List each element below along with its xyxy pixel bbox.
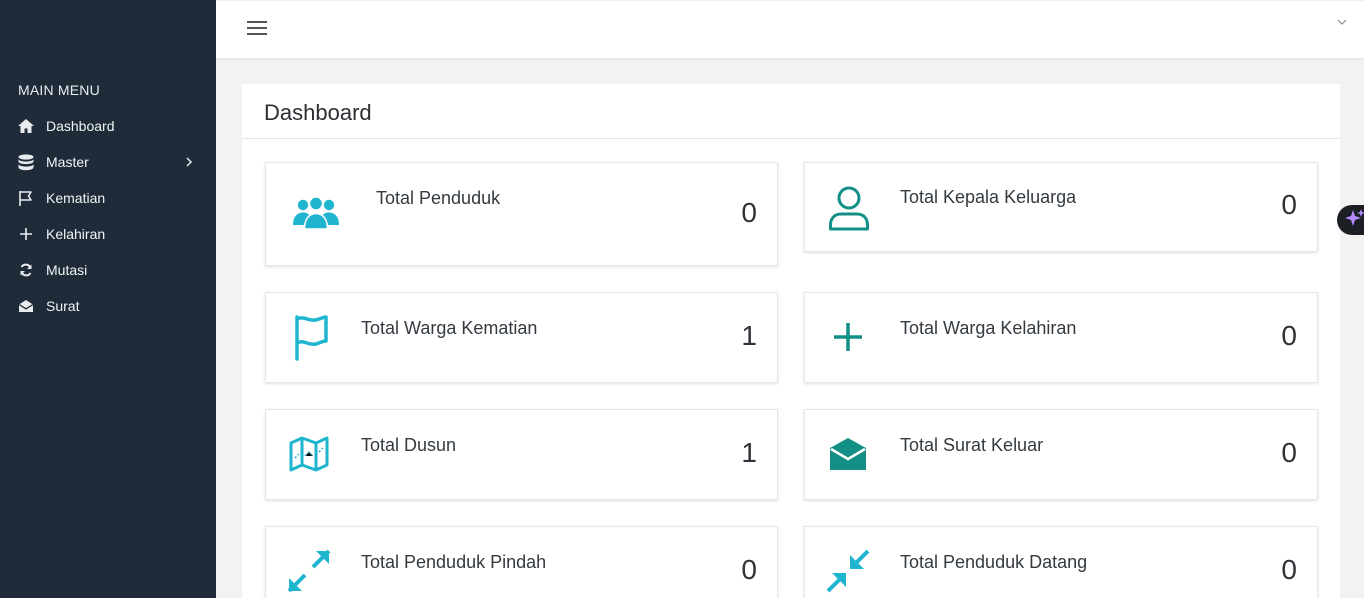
sidebar-item-master[interactable]: Master bbox=[0, 147, 216, 177]
sidebar-item-label: Kelahiran bbox=[46, 226, 106, 242]
sparkle-assistant-button[interactable] bbox=[1337, 205, 1364, 235]
stat-card-label: Total Warga Kelahiran bbox=[900, 318, 1077, 338]
sidebar-item-label: Master bbox=[46, 154, 89, 170]
envelope-open-icon bbox=[820, 426, 876, 482]
stat-card-total-penduduk: Total Penduduk 0 bbox=[265, 162, 778, 266]
user-icon bbox=[821, 180, 877, 236]
stat-card-value: 0 bbox=[1281, 554, 1297, 585]
panel-header: Dashboard bbox=[242, 84, 1340, 139]
home-icon bbox=[17, 117, 35, 135]
stat-card-total-dusun: Total Dusun 1 bbox=[265, 409, 778, 500]
stat-card-total-warga-kelahiran: Total Warga Kelahiran 0 bbox=[804, 292, 1318, 383]
stat-card-value: 0 bbox=[1281, 189, 1297, 220]
stat-card-label: Total Dusun bbox=[361, 435, 457, 455]
plus-icon bbox=[17, 225, 35, 243]
hamburger-menu-icon[interactable] bbox=[246, 19, 268, 37]
database-icon bbox=[17, 153, 35, 171]
stat-card-total-penduduk-datang: Total Penduduk Datang 0 bbox=[804, 526, 1318, 598]
stat-card-total-kepala-keluarga: Total Kepala Keluarga 0 bbox=[804, 162, 1318, 252]
stat-card-total-penduduk-pindah: Total Penduduk Pindah 0 bbox=[265, 526, 778, 598]
envelope-open-icon bbox=[17, 297, 35, 315]
sidebar-item-kelahiran[interactable]: Kelahiran bbox=[0, 219, 216, 249]
flag-icon bbox=[17, 189, 35, 207]
sidebar-item-mutasi[interactable]: Mutasi bbox=[0, 255, 216, 285]
sidebar-item-label: Mutasi bbox=[46, 262, 88, 278]
stat-card-label: Total Surat Keluar bbox=[900, 435, 1044, 455]
sidebar: MAIN MENU Dashboard Master Kematian Kela bbox=[0, 0, 216, 598]
sidebar-item-label: Dashboard bbox=[46, 118, 115, 134]
main-menu-heading: MAIN MENU bbox=[18, 82, 100, 98]
sidebar-item-label: Surat bbox=[46, 298, 80, 314]
chevron-right-icon bbox=[182, 155, 196, 169]
stat-card-label: Total Penduduk Datang bbox=[900, 552, 1088, 572]
sidebar-item-label: Kematian bbox=[46, 190, 106, 206]
expand-arrows-icon bbox=[281, 543, 337, 598]
stat-card-value: 1 bbox=[741, 437, 757, 468]
refresh-icon bbox=[17, 261, 35, 279]
sidebar-item-kematian[interactable]: Kematian bbox=[0, 183, 216, 213]
map-icon bbox=[281, 426, 337, 482]
stat-card-value: 0 bbox=[1281, 437, 1297, 468]
stat-card-value: 0 bbox=[741, 554, 757, 585]
topbar bbox=[216, 1, 1364, 58]
stat-card-label: Total Kepala Keluarga bbox=[900, 187, 1077, 207]
page-title: Dashboard bbox=[264, 100, 372, 125]
sidebar-item-dashboard[interactable]: Dashboard bbox=[0, 111, 216, 141]
stat-card-total-warga-kematian: Total Warga Kematian 1 bbox=[265, 292, 778, 383]
stat-card-value: 1 bbox=[741, 320, 757, 351]
stat-card-value: 0 bbox=[741, 197, 757, 228]
flag-icon bbox=[281, 309, 337, 365]
sidebar-item-surat[interactable]: Surat bbox=[0, 291, 216, 321]
stat-card-label: Total Penduduk Pindah bbox=[361, 552, 547, 572]
compress-arrows-icon bbox=[820, 543, 876, 598]
chevron-down-icon[interactable] bbox=[1336, 15, 1348, 27]
sparkle-icon bbox=[1345, 208, 1364, 233]
stat-card-value: 0 bbox=[1281, 320, 1297, 351]
plus-icon bbox=[820, 309, 876, 365]
stat-card-total-surat-keluar: Total Surat Keluar 0 bbox=[804, 409, 1318, 500]
stat-card-label: Total Penduduk bbox=[376, 188, 501, 208]
stat-card-label: Total Warga Kematian bbox=[361, 318, 538, 338]
users-icon bbox=[288, 185, 344, 241]
